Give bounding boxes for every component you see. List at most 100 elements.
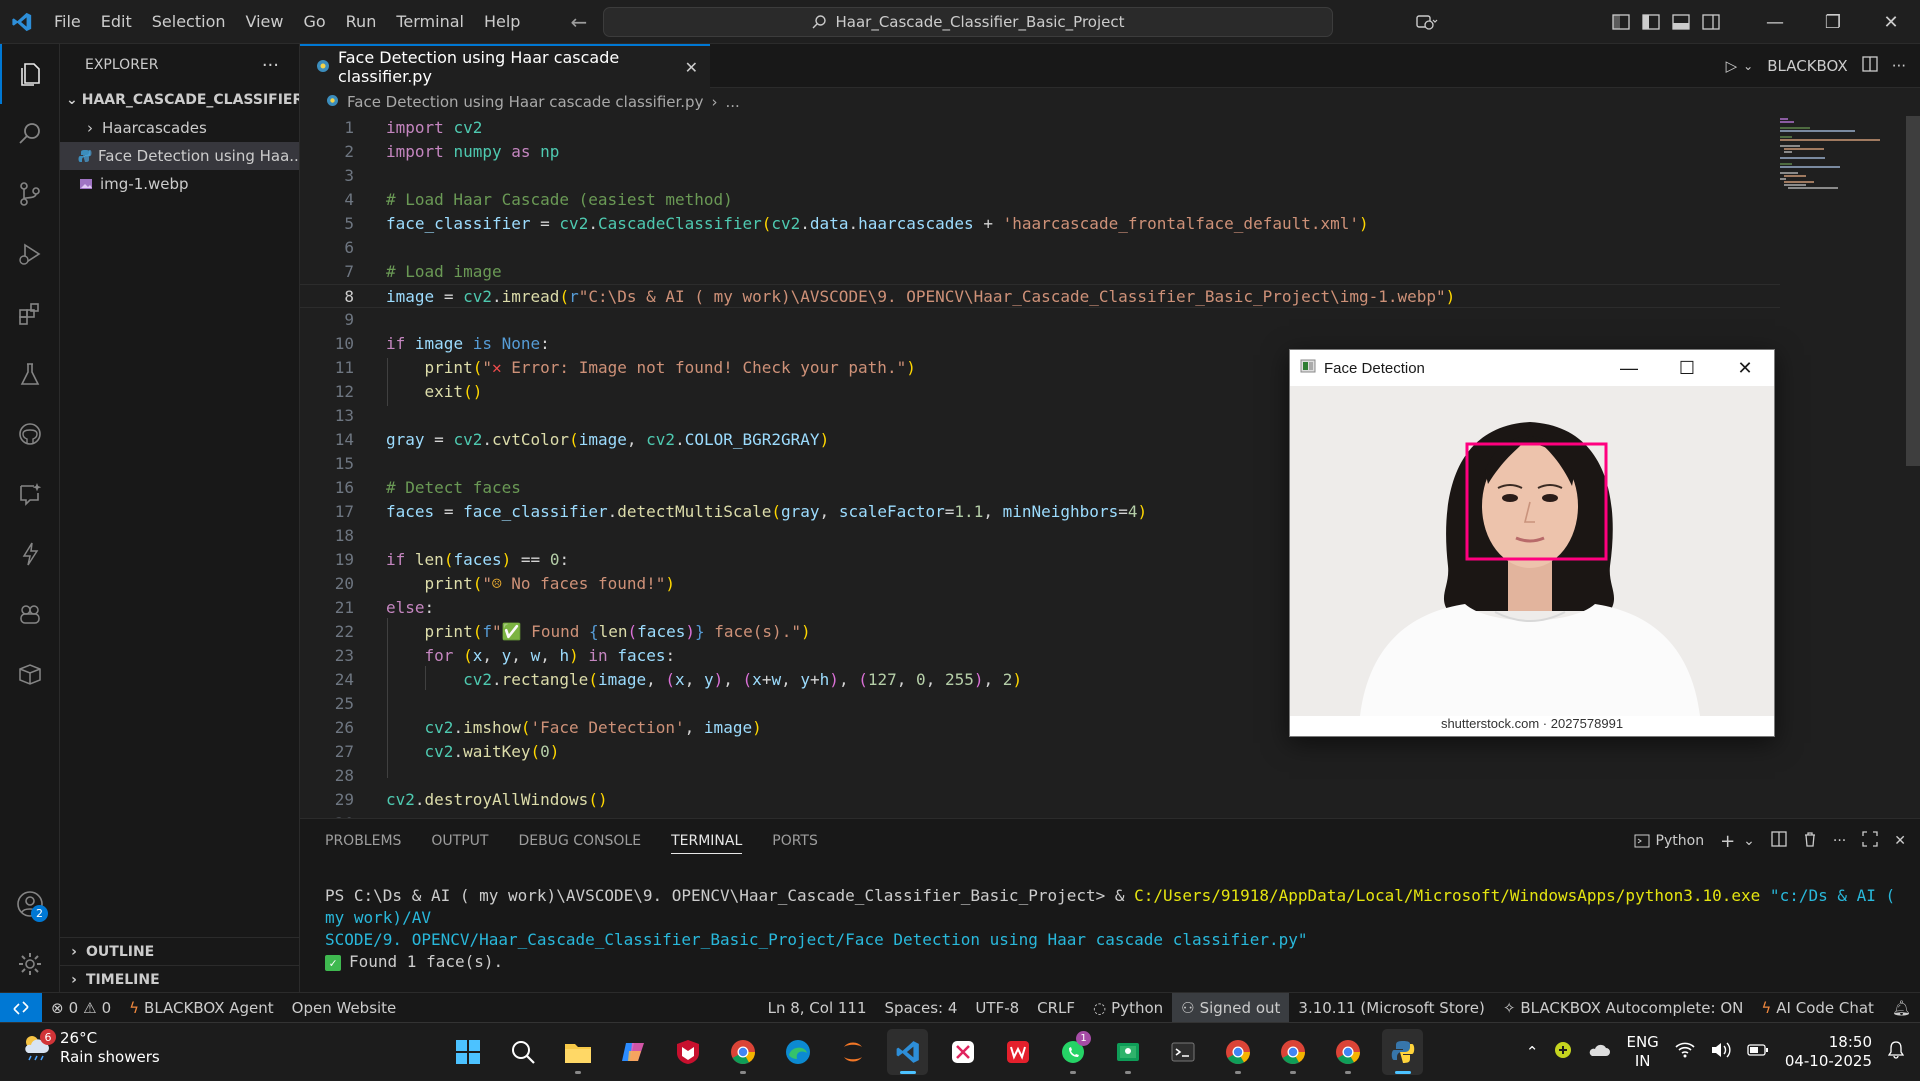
testing-icon[interactable] xyxy=(0,344,60,404)
whatsapp-icon[interactable]: 1 xyxy=(1052,1029,1093,1075)
notification-center-icon[interactable] xyxy=(1887,1041,1905,1063)
blackbox-icon[interactable] xyxy=(0,524,60,584)
editor-scrollbar[interactable] xyxy=(1906,116,1920,466)
problems-status[interactable]: ⊗ 0 ⚠ 0 xyxy=(42,999,120,1017)
toggle-secondary-sidebar-icon[interactable] xyxy=(1696,14,1726,30)
command-center-search[interactable]: Haar_Cascade_Classifier_Basic_Project xyxy=(603,7,1333,37)
menu-selection[interactable]: Selection xyxy=(142,0,236,44)
copilot-agent-icon[interactable] xyxy=(0,584,60,644)
layout-editor-icon[interactable] xyxy=(1606,14,1636,30)
breadcrumb-file[interactable]: Face Detection using Haar cascade classi… xyxy=(347,93,703,111)
search-icon[interactable] xyxy=(0,104,60,164)
input-language[interactable]: ENG IN xyxy=(1626,1033,1658,1071)
tray-app-icon[interactable] xyxy=(1554,1041,1572,1063)
minimize-button[interactable]: — xyxy=(1746,0,1804,44)
source-control-icon[interactable] xyxy=(0,164,60,224)
toggle-sidebar-icon[interactable] xyxy=(1636,14,1666,30)
menu-help[interactable]: Help xyxy=(474,0,530,44)
menu-run[interactable]: Run xyxy=(336,0,387,44)
extensions-icon[interactable] xyxy=(0,284,60,344)
tree-item-haarcascades[interactable]: › Haarcascades xyxy=(60,114,299,142)
jupyter-icon[interactable] xyxy=(832,1029,873,1075)
tree-item-python-file[interactable]: Face Detection using Haa... xyxy=(60,142,299,170)
indentation-status[interactable]: Spaces: 4 xyxy=(876,999,967,1017)
copilot-icon[interactable] xyxy=(1412,13,1442,31)
more-actions-icon[interactable]: ··· xyxy=(262,55,279,76)
remote-indicator-icon[interactable] xyxy=(0,992,42,1023)
outline-section[interactable]: › OUTLINE xyxy=(60,937,300,965)
wps-office-icon[interactable] xyxy=(997,1029,1038,1075)
more-actions-icon[interactable]: ··· xyxy=(1833,833,1846,849)
chrome-profile-3-icon[interactable] xyxy=(1327,1029,1368,1075)
restore-button[interactable]: ❐ xyxy=(1804,0,1862,44)
maximize-button[interactable]: ☐ xyxy=(1658,358,1716,379)
containers-icon[interactable] xyxy=(0,644,60,704)
chrome-icon[interactable] xyxy=(722,1029,763,1075)
edge-icon[interactable] xyxy=(777,1029,818,1075)
split-editor-icon[interactable] xyxy=(1862,56,1878,76)
tab-terminal[interactable]: TERMINAL xyxy=(671,833,743,854)
menu-terminal[interactable]: Terminal xyxy=(386,0,474,44)
close-panel-icon[interactable]: ✕ xyxy=(1894,833,1906,849)
maximize-panel-icon[interactable] xyxy=(1862,831,1878,851)
tab-output[interactable]: OUTPUT xyxy=(431,833,488,849)
encoding-status[interactable]: UTF-8 xyxy=(966,999,1028,1017)
snipping-tool-icon[interactable] xyxy=(942,1029,983,1075)
more-actions-icon[interactable]: ··· xyxy=(1892,57,1906,75)
minimap[interactable] xyxy=(1780,116,1900,196)
split-terminal-icon[interactable] xyxy=(1771,831,1787,851)
vscode-taskbar-icon[interactable] xyxy=(887,1029,928,1075)
breadcrumb-symbols[interactable]: ... xyxy=(725,93,739,111)
battery-icon[interactable] xyxy=(1747,1043,1769,1061)
github-icon[interactable] xyxy=(0,404,60,464)
file-explorer-icon[interactable] xyxy=(557,1029,598,1075)
tab-ports[interactable]: PORTS xyxy=(772,833,818,849)
terminal-output[interactable]: PS C:\Ds & AI ( my work)\AVSCODE\9. OPEN… xyxy=(325,885,1905,973)
chevron-down-icon[interactable]: ⌄ xyxy=(1743,59,1753,73)
explorer-icon[interactable] xyxy=(0,44,60,104)
mcafee-icon[interactable] xyxy=(667,1029,708,1075)
account-icon[interactable]: 2 xyxy=(0,874,60,934)
show-hidden-icons-chevron-icon[interactable]: ⌃ xyxy=(1526,1043,1539,1061)
start-button-icon[interactable] xyxy=(447,1029,488,1075)
menu-view[interactable]: View xyxy=(236,0,294,44)
account-status[interactable]: ⚇ Signed out xyxy=(1172,992,1290,1023)
workspace-root[interactable]: ⌄ HAAR_CASCADE_CLASSIFIER_B... xyxy=(60,86,299,114)
chat-sparkle-icon[interactable] xyxy=(0,464,60,524)
taskbar-search-icon[interactable] xyxy=(502,1029,543,1075)
timeline-section[interactable]: › TIMELINE xyxy=(60,965,300,993)
window-titlebar[interactable]: Face Detection — ☐ ✕ xyxy=(1290,350,1774,386)
terminal-shell-selector[interactable]: Python xyxy=(1634,833,1704,849)
notifications-bell-icon[interactable]: 🔔︎ xyxy=(1883,999,1920,1017)
blackbox-autocomplete-status[interactable]: ✧ BLACKBOX Autocomplete: ON xyxy=(1494,999,1753,1017)
volume-icon[interactable] xyxy=(1711,1042,1731,1062)
system-clock[interactable]: 18:50 04-10-2025 xyxy=(1785,1033,1872,1071)
wifi-icon[interactable] xyxy=(1675,1042,1695,1062)
tree-item-image-file[interactable]: img-1.webp xyxy=(60,170,299,198)
run-file-icon[interactable]: ▷ xyxy=(1726,57,1738,75)
copilot-app-icon[interactable] xyxy=(612,1029,653,1075)
new-terminal-icon[interactable]: + xyxy=(1720,831,1735,852)
chevron-down-icon[interactable]: ⌄ xyxy=(1743,833,1755,849)
close-tab-icon[interactable]: ✕ xyxy=(685,58,698,77)
kill-terminal-icon[interactable] xyxy=(1803,831,1817,851)
toggle-panel-icon[interactable] xyxy=(1666,14,1696,30)
blackbox-run-label[interactable]: BLACKBOX xyxy=(1767,57,1847,75)
tab-python-file[interactable]: Face Detection using Haar cascade classi… xyxy=(300,44,710,88)
terminal-app-icon[interactable] xyxy=(1162,1029,1203,1075)
cursor-position[interactable]: Ln 8, Col 111 xyxy=(759,999,876,1017)
minimize-button[interactable]: — xyxy=(1600,358,1658,379)
close-button[interactable]: ✕ xyxy=(1716,358,1774,379)
back-arrow-icon[interactable]: ← xyxy=(570,10,587,34)
menu-edit[interactable]: Edit xyxy=(91,0,142,44)
tab-debug-console[interactable]: DEBUG CONSOLE xyxy=(518,833,641,849)
ai-code-chat-status[interactable]: ϟ AI Code Chat xyxy=(1752,999,1883,1017)
face-detection-window[interactable]: Face Detection — ☐ ✕ shutterstock.com · … xyxy=(1289,349,1775,737)
python-app-icon[interactable] xyxy=(1382,1029,1423,1075)
close-button[interactable]: ✕ xyxy=(1862,0,1920,44)
classroom-icon[interactable] xyxy=(1107,1029,1148,1075)
settings-gear-icon[interactable] xyxy=(0,934,60,994)
menu-go[interactable]: Go xyxy=(293,0,335,44)
tab-problems[interactable]: PROBLEMS xyxy=(325,833,401,849)
eol-status[interactable]: CRLF xyxy=(1028,999,1084,1017)
